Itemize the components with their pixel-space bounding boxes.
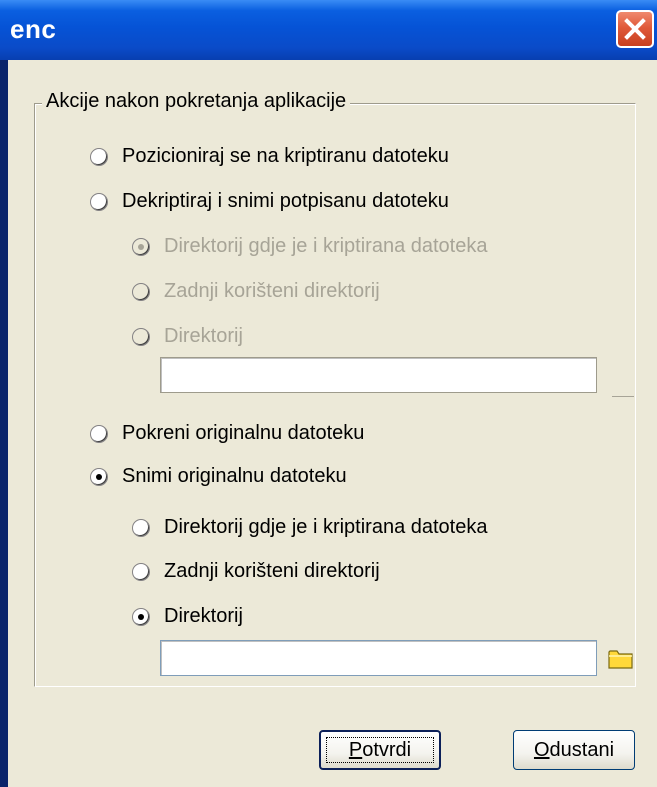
cancel-mnemonic: O xyxy=(533,738,550,761)
close-x-icon xyxy=(624,18,646,40)
radio-label: Pokreni originalnu datoteku xyxy=(122,422,365,444)
radio-circle xyxy=(90,147,108,166)
radio-run-original[interactable]: Pokreni originalnu datoteku xyxy=(90,422,364,445)
radio-decrypt-and-save[interactable]: Dekriptiraj i snimi potpisanu datoteku xyxy=(90,190,449,213)
radio-save-last-dir[interactable]: Zadnji korišteni direktorij xyxy=(132,560,380,583)
radio-decrypt-last-dir[interactable]: Zadnji korišteni direktorij xyxy=(132,280,380,303)
radio-label: Zadnji korišteni direktorij xyxy=(164,280,380,302)
radio-dot xyxy=(138,613,144,620)
radio-label: Direktorij xyxy=(164,325,243,347)
radio-circle xyxy=(90,467,108,486)
radio-decrypt-directory[interactable]: Direktorij xyxy=(132,325,243,348)
radio-circle xyxy=(90,424,108,443)
radio-circle xyxy=(132,237,150,256)
cancel-button-label: Odustani xyxy=(534,739,614,762)
save-directory-input[interactable] xyxy=(160,640,597,676)
radio-dot xyxy=(96,473,102,480)
radio-label: Direktorij xyxy=(164,605,243,627)
radio-label: Zadnji korišteni direktorij xyxy=(164,560,380,582)
confirm-mnemonic: P xyxy=(348,738,363,761)
radio-label: Pozicioniraj se na kriptiranu datoteku xyxy=(122,145,449,167)
decrypt-directory-input[interactable] xyxy=(160,357,597,393)
confirm-button-label: Potvrdi xyxy=(349,739,411,762)
radio-circle xyxy=(132,607,150,626)
radio-save-original[interactable]: Snimi originalnu datoteku xyxy=(90,465,347,488)
radio-decrypt-same-dir[interactable]: Direktorij gdje je i kriptirana datoteka xyxy=(132,235,488,258)
close-button[interactable] xyxy=(616,10,654,48)
confirm-label-rest: otvrdi xyxy=(362,738,412,761)
radio-circle xyxy=(132,282,150,301)
window-title: enc xyxy=(10,14,57,44)
groupbox-legend: Akcije nakon pokretanja aplikacije xyxy=(42,90,351,113)
radio-position-on-encrypted[interactable]: Pozicioniraj se na kriptiranu datoteku xyxy=(90,145,449,168)
radio-circle xyxy=(132,518,150,537)
radio-label: Direktorij gdje je i kriptirana datoteka xyxy=(164,235,488,257)
radio-label: Snimi originalnu datoteku xyxy=(122,465,347,487)
radio-dot xyxy=(138,243,144,250)
confirm-button[interactable]: Potvrdi xyxy=(319,730,441,770)
radio-save-same-dir[interactable]: Direktorij gdje je i kriptirana datoteka xyxy=(132,516,488,539)
radio-circle xyxy=(90,192,108,211)
radio-label: Dekriptiraj i snimi potpisanu datoteku xyxy=(122,190,449,212)
radio-save-directory[interactable]: Direktorij xyxy=(132,605,243,628)
dialog-window: enc Akcije nakon pokretanja aplikacije P… xyxy=(0,0,657,787)
folder-icon xyxy=(608,650,633,669)
cancel-label-rest: dustani xyxy=(549,738,615,761)
title-bar[interactable]: enc xyxy=(0,0,657,60)
radio-circle xyxy=(132,327,150,346)
browse-folder-button[interactable] xyxy=(608,648,634,675)
decrypt-browse-button-disabled[interactable] xyxy=(612,396,634,397)
cancel-button[interactable]: Odustani xyxy=(513,730,635,770)
dialog-client-area: Akcije nakon pokretanja aplikacije Pozic… xyxy=(8,60,657,787)
radio-label: Direktorij gdje je i kriptirana datoteka xyxy=(164,516,488,538)
radio-circle xyxy=(132,562,150,581)
